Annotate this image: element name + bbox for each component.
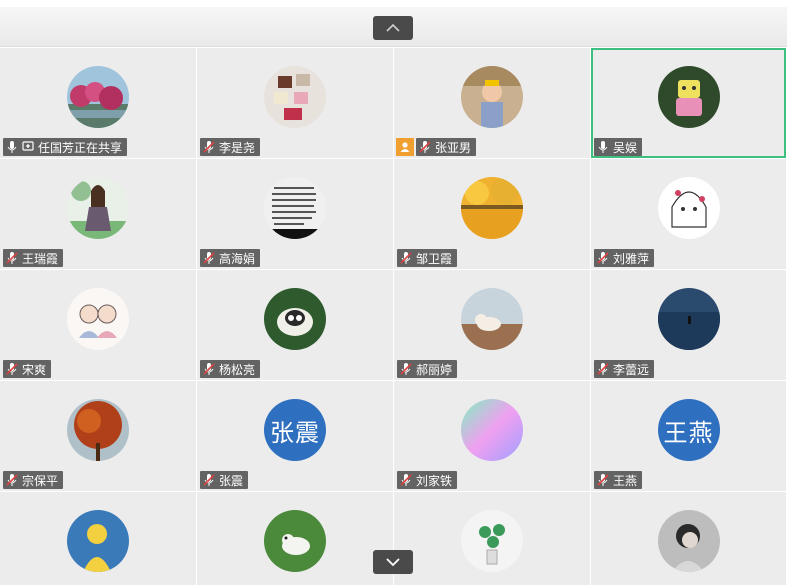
participant-label: 刘雅萍	[594, 249, 655, 267]
participant-tile[interactable]: 郝丽婷	[394, 270, 590, 380]
microphone-muted-icon	[597, 252, 609, 264]
participant-tile[interactable]: 高海娟	[197, 159, 393, 269]
participant-tile[interactable]: 杨松亮	[197, 270, 393, 380]
participant-tile[interactable]	[197, 492, 393, 585]
participant-name: 刘雅萍	[613, 251, 650, 266]
avatar	[657, 288, 720, 350]
participant-label: 张震	[200, 471, 249, 489]
participant-label: 王瑞霞	[3, 249, 64, 267]
avatar	[657, 510, 720, 572]
avatar	[67, 177, 129, 239]
participant-label: 李是尧	[200, 138, 261, 156]
microphone-icon	[7, 141, 17, 153]
participant-tile[interactable]: 宋爽	[0, 270, 196, 380]
participant-label: 张亚男	[416, 138, 477, 156]
participant-label: 任国芳正在共享	[3, 138, 128, 156]
microphone-muted-icon	[597, 474, 609, 486]
participant-name: 李是尧	[219, 140, 256, 155]
participant-label: 郝丽婷	[397, 360, 458, 378]
participant-name: 张震	[219, 473, 244, 488]
participant-label: 宗保平	[3, 471, 64, 489]
microphone-muted-icon	[597, 363, 609, 375]
participant-label: 吴娱	[594, 138, 643, 156]
participant-tile[interactable]: 任国芳正在共享	[0, 48, 196, 158]
participant-tile[interactable]: 邹卫霞	[394, 159, 590, 269]
avatar	[264, 66, 326, 128]
participant-label: 王燕	[594, 471, 643, 489]
participant-name: 张亚男	[435, 140, 472, 155]
participant-tile[interactable]	[394, 492, 590, 585]
microphone-muted-icon	[419, 141, 431, 153]
participant-tile[interactable]: 张震 张震	[197, 381, 393, 491]
host-badge	[396, 138, 414, 156]
avatar	[461, 399, 523, 461]
avatar	[67, 288, 129, 350]
avatar	[67, 510, 129, 572]
participant-name: 吴娱	[613, 140, 638, 155]
avatar	[461, 177, 523, 239]
participant-name: 杨松亮	[219, 362, 256, 377]
participant-label: 邹卫霞	[397, 249, 458, 267]
microphone-muted-icon	[203, 252, 215, 264]
text-avatar: 王燕	[657, 399, 720, 461]
participant-label: 李蕾远	[594, 360, 655, 378]
participant-name: 李蕾远	[613, 362, 650, 377]
participant-grid: 任国芳正在共享 李是尧 张亚男 吴娱王瑞霞 高海娟 邹卫霞 刘雅萍宋爽 杨松亮 郝丽婷 李蕾远宗保…	[0, 48, 787, 585]
avatar	[67, 66, 129, 128]
avatar	[264, 177, 326, 239]
microphone-muted-icon	[6, 252, 18, 264]
avatar	[657, 177, 720, 239]
avatar	[264, 510, 326, 572]
scroll-up-button[interactable]	[373, 16, 413, 40]
participant-label: 杨松亮	[200, 360, 261, 378]
host-person-icon	[400, 142, 410, 152]
avatar	[67, 399, 129, 461]
participant-label: 刘家铁	[397, 471, 458, 489]
participant-tile[interactable]	[0, 492, 196, 585]
participant-label: 高海娟	[200, 249, 261, 267]
avatar	[461, 288, 523, 350]
microphone-muted-icon	[6, 474, 18, 486]
participant-tile[interactable]: 王瑞霞	[0, 159, 196, 269]
participant-tile[interactable]: 张亚男	[394, 48, 590, 158]
participant-name: 邹卫霞	[416, 251, 453, 266]
microphone-muted-icon	[203, 363, 215, 375]
participant-name: 任国芳正在共享	[38, 140, 123, 155]
participant-tile[interactable]: 王燕 王燕	[591, 381, 786, 491]
participant-name: 宋爽	[22, 362, 47, 377]
microphone-icon	[598, 141, 608, 153]
chevron-up-icon	[386, 23, 400, 32]
participant-tile[interactable]: 刘家铁	[394, 381, 590, 491]
participant-tile[interactable]: 李蕾远	[591, 270, 786, 380]
participant-name: 高海娟	[219, 251, 256, 266]
microphone-muted-icon	[400, 474, 412, 486]
chevron-down-icon	[386, 558, 400, 567]
microphone-muted-icon	[203, 141, 215, 153]
participant-name: 王燕	[613, 473, 638, 488]
avatar	[264, 288, 326, 350]
avatar	[461, 510, 523, 572]
microphone-muted-icon	[400, 252, 412, 264]
microphone-muted-icon	[6, 363, 18, 375]
avatar	[461, 66, 523, 128]
text-avatar: 张震	[264, 399, 326, 461]
participant-tile[interactable]: 宗保平	[0, 381, 196, 491]
participant-name: 王瑞霞	[22, 251, 59, 266]
participant-name: 郝丽婷	[416, 362, 453, 377]
screen-share-icon	[22, 141, 34, 151]
participant-tile[interactable]	[591, 492, 786, 585]
participant-name: 刘家铁	[416, 473, 453, 488]
participant-name: 宗保平	[22, 473, 59, 488]
avatar	[657, 66, 720, 128]
participant-label: 宋爽	[3, 360, 52, 378]
participant-tile[interactable]: 吴娱	[591, 48, 786, 158]
participant-tile[interactable]: 李是尧	[197, 48, 393, 158]
scroll-down-button[interactable]	[373, 550, 413, 574]
participant-tile[interactable]: 刘雅萍	[591, 159, 786, 269]
microphone-muted-icon	[400, 363, 412, 375]
microphone-muted-icon	[203, 474, 215, 486]
